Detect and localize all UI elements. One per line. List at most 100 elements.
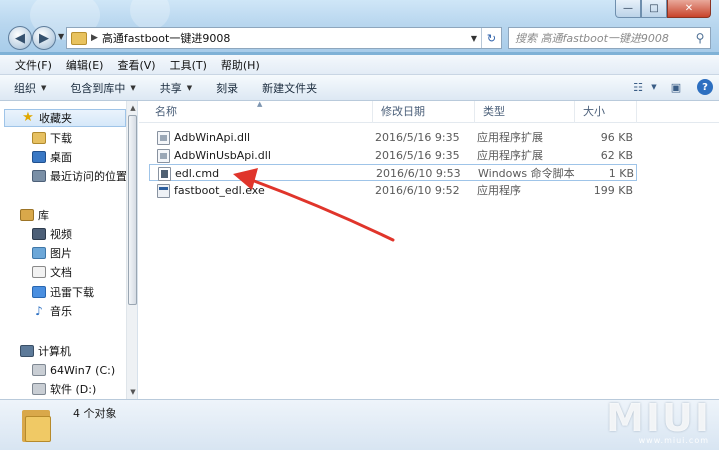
dll-file-icon — [157, 130, 170, 145]
nav-downloads-label: 下载 — [50, 132, 72, 145]
nav-drive-d[interactable]: 软件 (D:) — [32, 380, 137, 398]
miui-watermark-url: www.miui.com — [638, 436, 709, 445]
nav-computer-label: 计算机 — [38, 345, 71, 358]
nav-scrollbar[interactable]: ▲ ▼ — [126, 101, 137, 399]
share-button[interactable]: 共享 ▼ — [160, 80, 192, 96]
recent-pages-dropdown[interactable]: ▼ — [58, 32, 64, 41]
file-name: AdbWinUsbApi.dll — [174, 149, 271, 162]
nav-downloads[interactable]: 下载 — [32, 129, 137, 147]
nav-libraries-label: 库 — [38, 209, 49, 222]
navigation-row: ◀ ▶ ▼ ▶ 高通fastboot一键进9008 ▼ ↻ 搜索 高通fastb… — [0, 24, 719, 52]
drive-icon — [32, 383, 46, 395]
cmd-file-icon — [158, 166, 171, 181]
view-dropdown-icon[interactable]: ▼ — [649, 77, 659, 97]
minimize-button[interactable]: — — [615, 0, 641, 18]
menu-tools[interactable]: 工具(T) — [163, 57, 214, 73]
file-type: Windows 命令脚本 — [478, 167, 575, 180]
nav-drive-c-label: 64Win7 (C:) — [50, 363, 116, 377]
breadcrumb-separator-icon[interactable]: ▶ — [91, 33, 98, 43]
menu-file[interactable]: 文件(F) — [8, 57, 59, 73]
file-name: AdbWinApi.dll — [174, 131, 251, 144]
scroll-up-icon[interactable]: ▲ — [127, 101, 137, 115]
back-button[interactable]: ◀ — [8, 26, 32, 50]
include-in-library-label: 包含到库中 — [70, 81, 126, 95]
nav-computer[interactable]: 计算机 — [20, 342, 137, 360]
exe-file-icon — [157, 183, 170, 198]
column-date-modified[interactable]: 修改日期 — [373, 101, 475, 123]
column-headers: 名称 ▲ 修改日期 类型 大小 — [139, 100, 719, 123]
table-row[interactable]: fastboot_edl.exe 2016/6/10 9:52 应用程序 199… — [149, 182, 637, 199]
content-area: ★ 收藏夹 下载 桌面 最近访问的位置 库 视频 图片 文档 迅雷下载 ♪ 音乐 — [0, 100, 719, 399]
nav-desktop[interactable]: 桌面 — [32, 148, 137, 166]
star-icon: ★ — [22, 110, 34, 125]
close-button[interactable]: ✕ — [667, 0, 711, 18]
preview-pane-icon[interactable]: ▣ — [665, 77, 687, 97]
change-view-icon[interactable]: ☷ — [627, 77, 649, 97]
address-path[interactable]: 高通fastboot一键进9008 — [102, 30, 467, 46]
computer-icon — [20, 345, 34, 357]
file-name-cell: AdbWinUsbApi.dll — [157, 147, 271, 164]
sort-ascending-icon: ▲ — [257, 100, 263, 108]
burn-button[interactable]: 刻录 — [216, 80, 238, 96]
back-arrow-icon: ◀ — [15, 30, 25, 46]
menu-help[interactable]: 帮助(H) — [214, 57, 267, 73]
column-size[interactable]: 大小 — [575, 101, 637, 123]
caption-buttons: — □ ✕ — [615, 0, 711, 18]
table-row[interactable]: AdbWinApi.dll 2016/5/16 9:35 应用程序扩展 96 K… — [149, 129, 637, 146]
scroll-thumb[interactable] — [128, 115, 137, 305]
nav-xunlei-downloads[interactable]: 迅雷下载 — [32, 283, 137, 301]
share-label: 共享 — [159, 81, 182, 95]
file-list: 名称 ▲ 修改日期 类型 大小 AdbWinApi.dll 2016/5/16 … — [139, 100, 719, 399]
nav-videos-label: 视频 — [50, 228, 72, 241]
nav-recent-places[interactable]: 最近访问的位置 — [32, 167, 137, 185]
address-bar[interactable]: ▶ 高通fastboot一键进9008 ▼ ↻ — [66, 27, 502, 49]
file-size: 62 KB — [600, 149, 633, 162]
nav-pictures[interactable]: 图片 — [32, 244, 137, 262]
organize-label: 组织 — [14, 81, 36, 95]
nav-videos[interactable]: 视频 — [32, 225, 137, 243]
nav-libraries[interactable]: 库 — [20, 206, 137, 224]
file-date: 2016/5/16 9:35 — [375, 131, 460, 144]
item-count: 4 个对象 — [73, 407, 117, 420]
include-in-library-button[interactable]: 包含到库中 ▼ — [70, 80, 135, 96]
scroll-down-icon[interactable]: ▼ — [127, 385, 137, 399]
file-size: 199 KB — [593, 184, 633, 197]
menu-edit[interactable]: 编辑(E) — [59, 57, 111, 73]
help-icon[interactable]: ? — [697, 79, 713, 95]
library-icon — [20, 209, 34, 221]
search-input[interactable]: 搜索 高通fastboot一键进9008 — [509, 30, 690, 46]
file-name: edl.cmd — [175, 167, 220, 180]
nav-drive-c[interactable]: 64Win7 (C:) — [32, 361, 137, 379]
nav-xunlei-label: 迅雷下载 — [50, 286, 94, 299]
nav-drive-d-label: 软件 (D:) — [50, 383, 97, 396]
file-type: 应用程序扩展 — [477, 149, 543, 162]
nav-documents[interactable]: 文档 — [32, 263, 137, 281]
forward-button[interactable]: ▶ — [32, 26, 56, 50]
music-note-icon: ♪ — [35, 304, 43, 318]
folder-icon — [22, 406, 52, 442]
refresh-icon[interactable]: ↻ — [481, 28, 501, 48]
search-box[interactable]: 搜索 高通fastboot一键进9008 ⚲ — [508, 27, 711, 49]
chevron-down-icon: ▼ — [41, 83, 47, 92]
search-icon[interactable]: ⚲ — [690, 31, 710, 45]
file-name-cell: edl.cmd — [158, 165, 219, 182]
view-controls: ☷ ▼ ▣ ? — [621, 77, 713, 97]
nav-music[interactable]: ♪ 音乐 — [32, 302, 137, 320]
miui-watermark: MIUI — [606, 396, 711, 440]
navigation-pane: ★ 收藏夹 下载 桌面 最近访问的位置 库 视频 图片 文档 迅雷下载 ♪ 音乐 — [0, 101, 138, 399]
nav-recent-label: 最近访问的位置 — [50, 170, 127, 183]
nav-favorites[interactable]: ★ 收藏夹 — [4, 109, 126, 127]
file-name-cell: fastboot_edl.exe — [157, 182, 265, 199]
burn-label: 刻录 — [216, 81, 239, 95]
menu-view[interactable]: 查看(V) — [110, 57, 162, 73]
organize-button[interactable]: 组织 ▼ — [14, 80, 46, 96]
column-type[interactable]: 类型 — [475, 101, 575, 123]
table-row[interactable]: AdbWinUsbApi.dll 2016/5/16 9:35 应用程序扩展 6… — [149, 147, 637, 164]
command-bar: 组织 ▼ 包含到库中 ▼ 共享 ▼ 刻录 新建文件夹 ☷ ▼ ▣ ? — [0, 75, 719, 101]
table-row-selected[interactable]: edl.cmd 2016/6/10 9:53 Windows 命令脚本 1 KB — [149, 164, 637, 181]
address-dropdown-icon[interactable]: ▼ — [467, 34, 481, 43]
maximize-button[interactable]: □ — [641, 0, 667, 18]
new-folder-button[interactable]: 新建文件夹 — [262, 80, 317, 96]
recent-places-icon — [32, 170, 46, 182]
drive-icon — [32, 364, 46, 376]
